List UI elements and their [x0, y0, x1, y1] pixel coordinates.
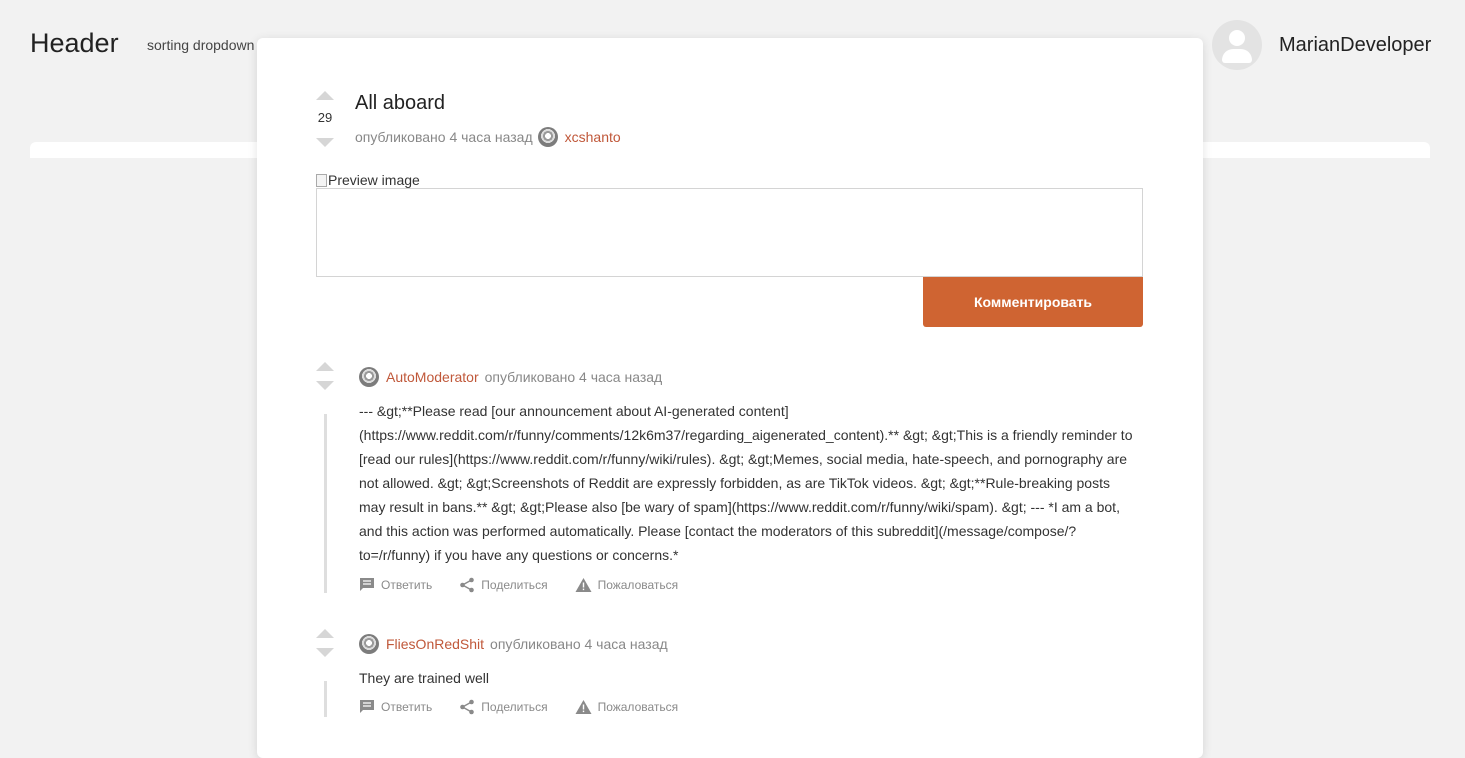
- user-avatar[interactable]: [1212, 20, 1262, 70]
- comment-published: опубликовано 4 часа назад: [490, 636, 668, 652]
- reply-label: Ответить: [381, 578, 433, 592]
- reply-button[interactable]: Ответить: [359, 577, 432, 593]
- comment-vote-column: [316, 629, 334, 657]
- share-button[interactable]: Поделиться: [459, 699, 548, 715]
- comment-header: FliesOnRedShit опубликовано 4 часа назад: [359, 634, 668, 654]
- post-score: 29: [317, 110, 333, 125]
- comment-actions: Ответить Поделиться Пожаловаться: [359, 699, 705, 715]
- downvote-icon[interactable]: [316, 138, 334, 147]
- avatar-body-shape: [1222, 49, 1252, 63]
- post-meta: опубликовано 4 часа назад xcshanto: [355, 127, 621, 147]
- report-label: Пожаловаться: [597, 578, 679, 592]
- share-label: Поделиться: [481, 700, 548, 714]
- share-button[interactable]: Поделиться: [459, 577, 548, 593]
- share-icon: [460, 699, 475, 715]
- comment-actions: Ответить Поделиться Пожаловаться: [359, 577, 705, 593]
- report-button[interactable]: Пожаловаться: [575, 699, 679, 715]
- comment-item: FliesOnRedShit опубликовано 4 часа назад…: [316, 629, 1156, 729]
- report-button[interactable]: Пожаловаться: [575, 577, 679, 593]
- comment-thread-line[interactable]: [324, 681, 327, 717]
- author-avatar: [359, 367, 379, 387]
- avatar-head-shape: [1229, 30, 1245, 46]
- comment-item: AutoModerator опубликовано 4 часа назад …: [316, 362, 1156, 602]
- preview-image: Preview image: [316, 172, 420, 188]
- comment-author-link[interactable]: FliesOnRedShit: [386, 636, 484, 652]
- downvote-icon[interactable]: [316, 381, 334, 390]
- comment-published: опубликовано 4 часа назад: [484, 369, 663, 385]
- warning-icon: [575, 578, 592, 592]
- author-avatar: [537, 127, 558, 147]
- reply-label: Ответить: [381, 700, 433, 714]
- preview-image-alt: Preview image: [328, 172, 420, 188]
- warning-icon: [575, 700, 592, 714]
- upvote-icon[interactable]: [316, 629, 334, 638]
- comment-header: AutoModerator опубликовано 4 часа назад: [359, 367, 662, 387]
- header-title: Header: [30, 28, 119, 58]
- upvote-icon[interactable]: [316, 362, 334, 371]
- report-label: Пожаловаться: [597, 700, 679, 714]
- reply-icon: [360, 578, 374, 591]
- comment-thread-line[interactable]: [324, 414, 327, 593]
- username[interactable]: MarianDeveloper: [1279, 34, 1431, 57]
- sorting-dropdown[interactable]: sorting dropdown: [147, 37, 254, 53]
- comment-text: --- &gt;**Please read [our announcement …: [359, 403, 1133, 563]
- reply-icon: [360, 700, 374, 713]
- post-title: All aboard: [355, 92, 446, 114]
- post-modal: 29 All aboard опубликовано 4 часа назад …: [257, 38, 1203, 758]
- comment-input[interactable]: [316, 188, 1143, 277]
- upvote-icon[interactable]: [316, 91, 334, 100]
- author-avatar: [359, 634, 379, 654]
- share-label: Поделиться: [481, 578, 548, 592]
- comment-vote-column: [316, 362, 334, 390]
- broken-image-icon: [316, 173, 327, 187]
- post-published: опубликовано 4 часа назад: [355, 129, 533, 145]
- post-author-link[interactable]: xcshanto: [565, 129, 621, 145]
- comment-text: They are trained well: [359, 670, 489, 686]
- comment-button[interactable]: Комментировать: [923, 277, 1143, 327]
- share-icon: [460, 577, 475, 593]
- reply-button[interactable]: Ответить: [359, 699, 432, 715]
- comment-author-link[interactable]: AutoModerator: [386, 369, 479, 385]
- downvote-icon[interactable]: [316, 648, 334, 657]
